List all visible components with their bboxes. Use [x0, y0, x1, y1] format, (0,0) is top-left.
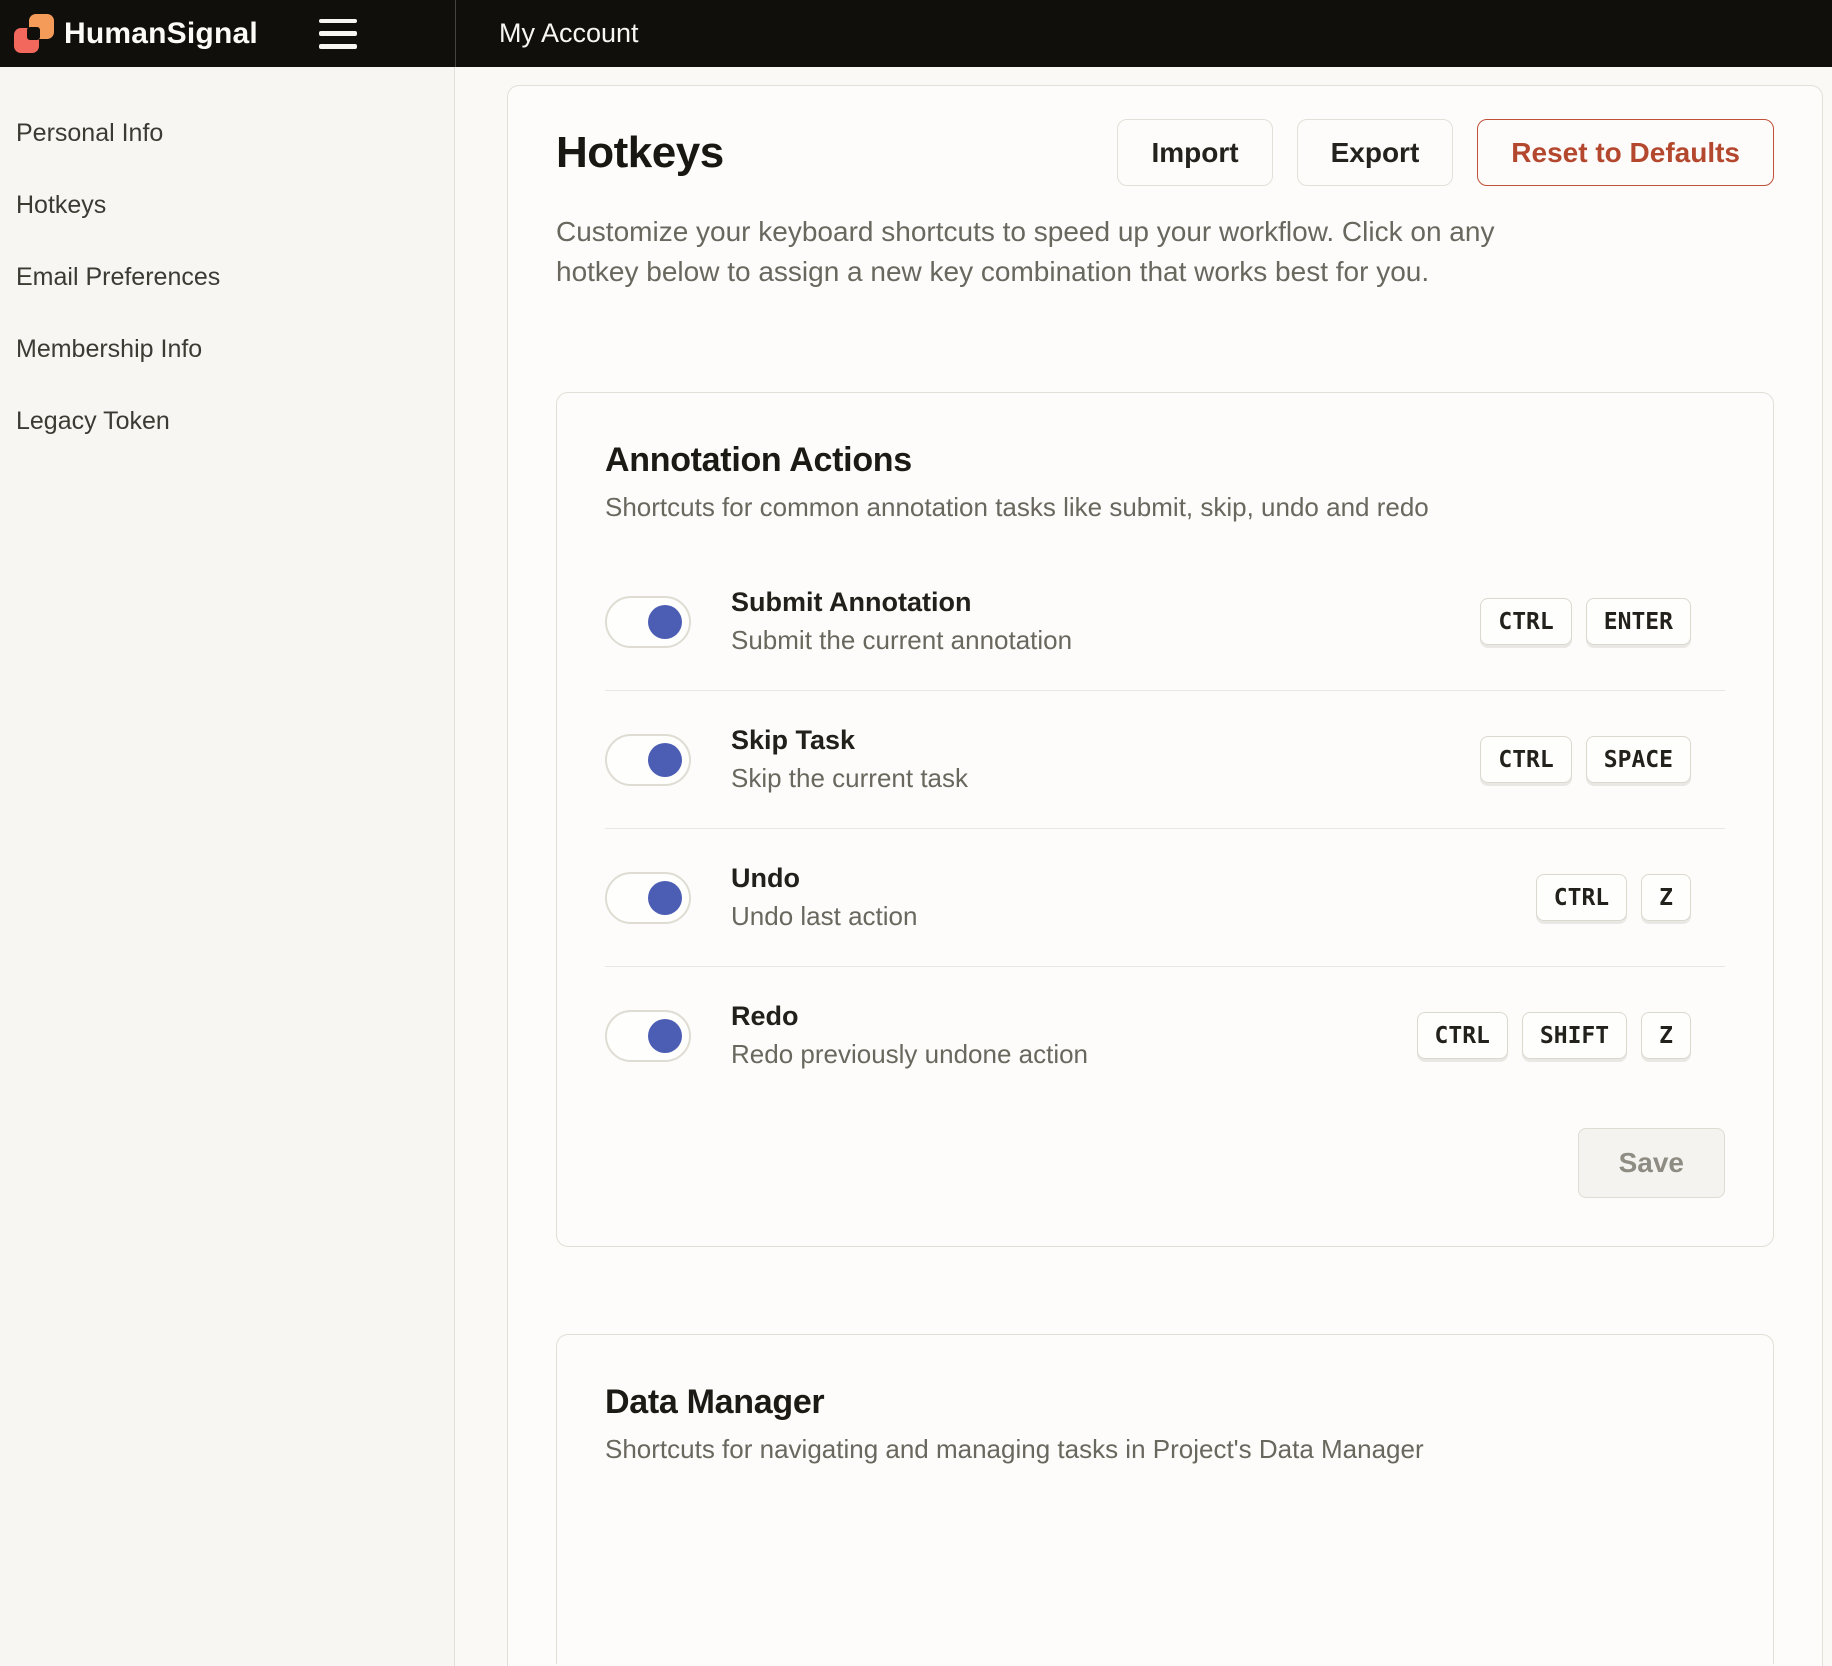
hotkey-row-undo: Undo Undo last action CTRL Z [605, 828, 1725, 966]
data-manager-subtitle: Shortcuts for navigating and managing ta… [605, 1434, 1725, 1465]
sidebar-item-hotkeys[interactable]: Hotkeys [0, 169, 454, 241]
undo-toggle[interactable] [605, 872, 691, 924]
page-title: My Account [499, 18, 639, 49]
header-right: My Account [455, 0, 1832, 67]
menu-hamburger-icon[interactable] [319, 19, 357, 49]
hotkey-combo: CTRL SHIFT Z [1417, 1012, 1692, 1059]
hotkeys-card: Hotkeys Import Export Reset to Defaults … [507, 85, 1823, 1666]
hotkey-row-title: Redo [731, 1001, 1088, 1032]
import-button[interactable]: Import [1117, 119, 1272, 186]
hotkey-rows: Submit Annotation Submit the current ann… [605, 553, 1725, 1104]
hotkeys-toolbar: Import Export Reset to Defaults [1117, 119, 1774, 186]
sidebar-item-membership-info[interactable]: Membership Info [0, 313, 454, 385]
hotkeys-header-row: Hotkeys Import Export Reset to Defaults [556, 119, 1774, 186]
keycap-shift[interactable]: SHIFT [1522, 1012, 1627, 1059]
skip-task-toggle[interactable] [605, 734, 691, 786]
keycap-enter[interactable]: ENTER [1586, 598, 1691, 645]
reset-to-defaults-button[interactable]: Reset to Defaults [1477, 119, 1774, 186]
keycap-ctrl[interactable]: CTRL [1480, 736, 1571, 783]
hotkey-row-title: Undo [731, 863, 917, 894]
hotkey-row-subtitle: Redo previously undone action [731, 1039, 1088, 1070]
hotkey-row-submit-annotation: Submit Annotation Submit the current ann… [605, 553, 1725, 690]
hotkey-combo: CTRL Z [1536, 874, 1691, 921]
sidebar-item-legacy-token[interactable]: Legacy Token [0, 385, 454, 457]
hotkeys-description: Customize your keyboard shortcuts to spe… [556, 212, 1581, 292]
hotkeys-heading: Hotkeys [556, 128, 1117, 178]
hotkey-row-skip-task: Skip Task Skip the current task CTRL SPA… [605, 690, 1725, 828]
redo-toggle[interactable] [605, 1010, 691, 1062]
save-row: Save [605, 1128, 1725, 1198]
hotkey-row-subtitle: Submit the current annotation [731, 625, 1072, 656]
keycap-space[interactable]: SPACE [1586, 736, 1691, 783]
keycap-z[interactable]: Z [1641, 1012, 1691, 1059]
hotkey-row-subtitle: Skip the current task [731, 763, 968, 794]
top-header: HumanSignal My Account [0, 0, 1832, 67]
keycap-ctrl[interactable]: CTRL [1480, 598, 1571, 645]
brand-logo[interactable]: HumanSignal [14, 13, 258, 55]
submit-annotation-toggle[interactable] [605, 596, 691, 648]
data-manager-section: Data Manager Shortcuts for navigating an… [556, 1334, 1774, 1664]
hotkey-combo: CTRL SPACE [1480, 736, 1691, 783]
export-button[interactable]: Export [1297, 119, 1454, 186]
annotation-actions-title: Annotation Actions [605, 441, 1725, 480]
annotation-actions-section: Annotation Actions Shortcuts for common … [556, 392, 1774, 1247]
keycap-z[interactable]: Z [1641, 874, 1691, 921]
keycap-ctrl[interactable]: CTRL [1417, 1012, 1508, 1059]
annotation-actions-subtitle: Shortcuts for common annotation tasks li… [605, 492, 1725, 523]
header-left: HumanSignal [0, 0, 455, 67]
hotkey-row-title: Submit Annotation [731, 587, 1072, 618]
hotkey-row-title: Skip Task [731, 725, 968, 756]
hotkey-combo: CTRL ENTER [1480, 598, 1691, 645]
humansignal-logo-icon [14, 13, 54, 55]
save-button[interactable]: Save [1578, 1128, 1725, 1198]
sidebar-item-personal-info[interactable]: Personal Info [0, 97, 454, 169]
hotkey-row-subtitle: Undo last action [731, 901, 917, 932]
data-manager-title: Data Manager [605, 1383, 1725, 1422]
main-content: Hotkeys Import Export Reset to Defaults … [455, 67, 1832, 1666]
hotkey-row-redo: Redo Redo previously undone action CTRL … [605, 966, 1725, 1104]
keycap-ctrl[interactable]: CTRL [1536, 874, 1627, 921]
brand-name: HumanSignal [64, 17, 258, 51]
sidebar-item-email-preferences[interactable]: Email Preferences [0, 241, 454, 313]
settings-sidebar: Personal Info Hotkeys Email Preferences … [0, 67, 455, 1666]
